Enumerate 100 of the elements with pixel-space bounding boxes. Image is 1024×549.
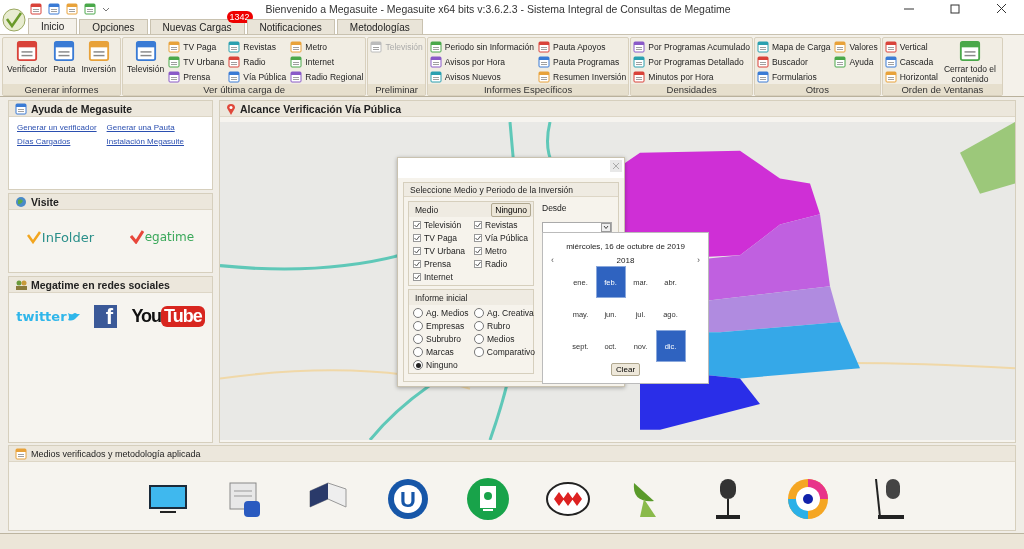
help-link[interactable]: Instalación Megasuite (106, 137, 184, 147)
report-radio[interactable]: Empresas (413, 321, 474, 331)
group-label: Densidades (631, 84, 752, 95)
ribbon-tab[interactable]: Metodologías (336, 19, 423, 34)
help-link[interactable]: Días Cargados (17, 137, 97, 147)
media-checkbox[interactable]: Televisión (413, 220, 474, 230)
ribbon-button[interactable]: Verificador (5, 39, 50, 75)
app-logo-icon[interactable] (2, 8, 26, 32)
check-icon (475, 248, 481, 254)
panel-title: Ayuda de Megasuite (31, 102, 133, 115)
group-title: Seleccione Medio y Periodo de la Inversión (404, 183, 618, 197)
caret-icon[interactable] (601, 223, 611, 232)
ribbon-tab[interactable]: Opciones (79, 19, 148, 34)
report-icon (756, 55, 769, 68)
media-checkbox[interactable]: TV Urbana (413, 246, 474, 256)
year-label[interactable]: 2018 (616, 255, 635, 265)
report-icon (30, 3, 42, 15)
report-icon (884, 55, 897, 68)
report-icon (16, 40, 39, 62)
field-label: Desde (542, 203, 568, 213)
ribbon-button[interactable]: Internet (290, 54, 364, 69)
ribbon-button[interactable]: Ayuda (834, 54, 878, 69)
check-icon (414, 235, 420, 241)
report-icon (633, 70, 646, 83)
report-icon (756, 70, 769, 83)
ribbon-button[interactable]: Pauta Apoyos (538, 39, 627, 54)
group-label: Orden de Ventanas (882, 84, 1002, 95)
ribbon-button[interactable]: Radio (228, 54, 287, 69)
report-icon (290, 55, 303, 68)
media-checkbox[interactable]: Radio (474, 259, 535, 269)
report-radio[interactable]: Marcas (413, 347, 474, 357)
clear-button[interactable]: Clear (610, 363, 641, 376)
report-radio[interactable]: Medios (474, 334, 535, 344)
close-icon[interactable] (610, 160, 622, 172)
logo-text[interactable]: InFolder (41, 229, 95, 245)
ribbon-button[interactable]: Buscador (756, 54, 831, 69)
panel-title: Megatime en redes sociales (31, 278, 170, 291)
ribbon-button[interactable]: Por Programas Acumulado (633, 39, 750, 54)
media-checkbox[interactable]: Internet (413, 272, 474, 282)
report-icon (633, 40, 646, 53)
ribbon-button[interactable]: Metro (290, 39, 364, 54)
section-label: Medio (415, 204, 439, 215)
group-label: Ver última carga de (122, 84, 366, 95)
report-radio[interactable]: Rubro (474, 321, 535, 331)
report-icon (884, 70, 897, 83)
today-label[interactable]: miércoles, 16 de octubre de 2019 (566, 242, 685, 251)
media-checkbox[interactable]: TV Paga (413, 233, 474, 243)
ribbon-tab[interactable]: Inicio (28, 18, 78, 34)
ribbon-button[interactable]: Prensa (168, 69, 225, 84)
ribbon-button[interactable]: Radio Regional (290, 69, 364, 84)
ribbon-button[interactable]: Vertical (884, 39, 938, 54)
ribbon-button[interactable]: Revistas (228, 39, 287, 54)
ribbon-button[interactable]: Inversión (79, 39, 118, 75)
report-icon (538, 55, 551, 68)
report-icon (290, 40, 303, 53)
help-link[interactable]: Generar un verificador (17, 123, 97, 133)
ribbon-button[interactable]: Pauta Programas (538, 54, 627, 69)
u-logo: U (386, 477, 430, 521)
ribbon-button[interactable]: TV Urbana (168, 54, 225, 69)
ribbon-button[interactable]: Minutos por Hora (633, 69, 750, 84)
ribbon-button[interactable]: Cascada (884, 54, 938, 69)
help-link[interactable]: Generar una Pauta (106, 123, 184, 133)
ribbon-button[interactable]: Periodo sin Información (429, 39, 535, 54)
ribbon-button[interactable]: Mapa de Carga (756, 39, 831, 54)
ribbon-button[interactable]: Valores (834, 39, 878, 54)
media-checkbox[interactable]: Prensa (413, 259, 474, 269)
group-label: Preliminar (368, 84, 425, 95)
facebook-logo[interactable]: f (94, 305, 117, 328)
ribbon-button[interactable]: Vía Pública (228, 69, 287, 84)
next-year-button[interactable]: › (697, 255, 700, 265)
ribbon-tab[interactable]: Notificaciones (246, 19, 335, 34)
panel-title: Medios verificados y metodología aplicada (31, 448, 201, 459)
report-radio[interactable]: Comparativo (474, 347, 535, 357)
ribbon-button[interactable]: TV Paga (168, 39, 225, 54)
report-icon (84, 3, 96, 15)
media-checkbox[interactable]: Revistas (474, 220, 535, 230)
check-icon (414, 274, 420, 280)
none-button[interactable]: Ninguno (491, 202, 531, 217)
media-checkbox[interactable]: Metro (474, 246, 535, 256)
report-radio[interactable]: Ag. Creativa (474, 308, 535, 318)
ribbon-button[interactable]: Pauta (51, 39, 78, 75)
media-checkbox[interactable]: Vía Pública (474, 233, 535, 243)
section-label: Informe inicial (415, 292, 468, 303)
ribbon-button[interactable]: Avisos Nuevos (429, 69, 535, 84)
group-label: Informes Específicos (427, 84, 629, 95)
report-icon (429, 40, 442, 53)
report-radio[interactable]: Subrubro (413, 334, 474, 344)
ribbon-button[interactable]: Formularios (756, 69, 831, 84)
ribbon-button[interactable]: Horizontal (884, 69, 938, 84)
previous-year-button[interactable]: ‹ (551, 255, 554, 265)
ribbon-button[interactable]: Televisión (124, 39, 167, 75)
report-icon (134, 40, 157, 62)
ribbon-tab[interactable]: Nuevas Cargas (149, 19, 245, 34)
ribbon-button[interactable]: Por Programas Detallado (633, 54, 750, 69)
ribbon-button[interactable]: Resumen Inversión (538, 69, 627, 84)
caret-icon[interactable] (102, 5, 110, 13)
bird-icon (67, 311, 80, 322)
report-radio[interactable]: Ninguno (413, 360, 474, 370)
report-radio[interactable]: Ag. Medios (413, 308, 474, 318)
ribbon-button[interactable]: Avisos por Hora (429, 54, 535, 69)
